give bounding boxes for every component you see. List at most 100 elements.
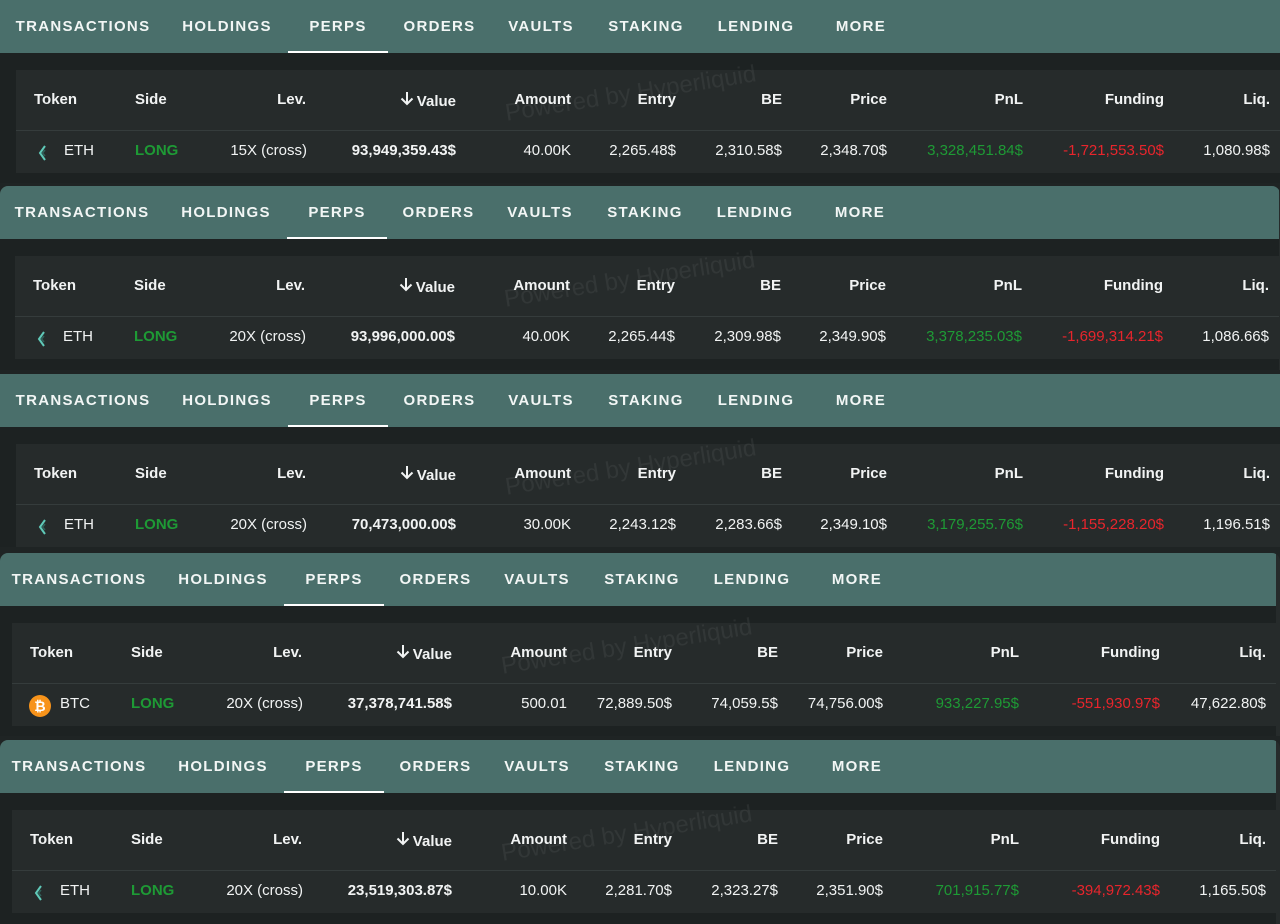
entry-price: 72,889.50$ xyxy=(596,695,672,712)
perps-content: Powered by Hyperliquid Token Side Lev. Value… xyxy=(0,53,1280,183)
position-value: 93,949,359.43$ xyxy=(351,142,456,159)
bitcoin-icon: ₿ xyxy=(29,695,51,717)
tab-bar: TRANSACTIONS HOLDINGS PERPS ORDERS VAULTS STA… xyxy=(0,186,1279,239)
tab-perps[interactable]: PERPS xyxy=(284,740,384,793)
ethereum-icon xyxy=(32,885,46,901)
positions-table: Powered by Hyperliquid Token Side Lev. Value… xyxy=(16,434,1280,547)
funding-value: -1,721,553.50$ xyxy=(1063,142,1164,159)
leverage: 20X (cross) xyxy=(226,882,303,899)
tab-holdings[interactable]: HOLDINGS xyxy=(166,374,288,427)
perps-panel: TRANSACTIONS HOLDINGS PERPS ORDERS VAULTS STA… xyxy=(0,553,1280,736)
tab-vaults[interactable]: VAULTS xyxy=(490,186,590,239)
token-name: ETH xyxy=(63,328,93,345)
tab-vaults[interactable]: VAULTS xyxy=(491,374,591,427)
funding-value: -1,155,228.20$ xyxy=(1063,516,1164,533)
tab-holdings[interactable]: HOLDINGS xyxy=(165,186,287,239)
tab-staking[interactable]: STAKING xyxy=(587,740,697,793)
mark-price: 2,349.10$ xyxy=(820,516,887,533)
tab-orders[interactable]: ORDERS xyxy=(388,0,491,53)
perps-content: Powered by Hyperliquid Token Side Lev. Value… xyxy=(0,427,1280,547)
tab-holdings[interactable]: HOLDINGS xyxy=(166,0,288,53)
perps-panel: TRANSACTIONS HOLDINGS PERPS ORDERS VAULTS STA… xyxy=(0,186,1280,370)
leverage: 20X (cross) xyxy=(230,516,307,533)
tab-holdings[interactable]: HOLDINGS xyxy=(162,553,284,606)
tab-lending[interactable]: LENDING xyxy=(697,740,807,793)
break-even-price: 2,323.27$ xyxy=(711,882,778,899)
table-row[interactable]: ₿ BTC LONG 20X (cross) 37,378,741.58$ 500.01 7… xyxy=(12,623,1276,726)
tab-lending[interactable]: LENDING xyxy=(700,186,810,239)
tab-vaults[interactable]: VAULTS xyxy=(487,553,587,606)
perps-panel: TRANSACTIONS HOLDINGS PERPS ORDERS VAULTS STA… xyxy=(0,0,1280,183)
tab-orders[interactable]: ORDERS xyxy=(388,374,491,427)
positions-table: Powered by Hyperliquid Token Side Lev. Value… xyxy=(16,60,1280,173)
break-even-price: 2,310.58$ xyxy=(715,142,782,159)
tab-perps[interactable]: PERPS xyxy=(284,553,384,606)
tab-more[interactable]: MORE xyxy=(807,553,907,606)
tab-perps[interactable]: PERPS xyxy=(288,374,388,427)
tab-orders[interactable]: ORDERS xyxy=(384,740,487,793)
table-row[interactable]: ETH LONG 20X (cross) 70,473,000.00$ 30.00K 2,… xyxy=(16,444,1280,547)
side-badge: LONG xyxy=(134,328,178,345)
tab-more[interactable]: MORE xyxy=(811,374,911,427)
tab-more[interactable]: MORE xyxy=(811,0,911,53)
tab-staking[interactable]: STAKING xyxy=(591,374,701,427)
tab-bar: TRANSACTIONS HOLDINGS PERPS ORDERS VAULTS STA… xyxy=(0,0,1280,53)
tab-bar: TRANSACTIONS HOLDINGS PERPS ORDERS VAULTS STA… xyxy=(0,740,1276,793)
tab-bar: TRANSACTIONS HOLDINGS PERPS ORDERS VAULTS STA… xyxy=(0,553,1276,606)
entry-price: 2,243.12$ xyxy=(609,516,676,533)
amount: 30.00K xyxy=(523,516,571,533)
ethereum-icon xyxy=(36,519,50,535)
tab-orders[interactable]: ORDERS xyxy=(387,186,490,239)
table-row[interactable]: ETH LONG 20X (cross) 93,996,000.00$ 40.00K 2,… xyxy=(15,256,1279,359)
mark-price: 74,756.00$ xyxy=(807,695,883,712)
table-row[interactable]: ETH LONG 15X (cross) 93,949,359.43$ 40.00K 2,… xyxy=(16,70,1280,173)
pnl-value: 701,915.77$ xyxy=(935,882,1019,899)
tab-more[interactable]: MORE xyxy=(807,740,907,793)
tab-lending[interactable]: LENDING xyxy=(701,0,811,53)
tab-lending[interactable]: LENDING xyxy=(697,553,807,606)
break-even-price: 2,309.98$ xyxy=(714,328,781,345)
ethereum-icon xyxy=(36,145,50,161)
mark-price: 2,351.90$ xyxy=(816,882,883,899)
tab-transactions[interactable]: TRANSACTIONS xyxy=(0,553,162,606)
tab-more[interactable]: MORE xyxy=(810,186,910,239)
side-badge: LONG xyxy=(135,142,179,159)
leverage: 15X (cross) xyxy=(230,142,307,159)
leverage: 20X (cross) xyxy=(229,328,306,345)
liquidation-price: 47,622.80$ xyxy=(1190,695,1266,712)
liquidation-price: 1,086.66$ xyxy=(1202,328,1269,345)
tab-orders[interactable]: ORDERS xyxy=(384,553,487,606)
token-name: ETH xyxy=(64,142,94,159)
mark-price: 2,349.90$ xyxy=(819,328,886,345)
tab-holdings[interactable]: HOLDINGS xyxy=(162,740,284,793)
funding-value: -551,930.97$ xyxy=(1071,695,1160,712)
token-name: ETH xyxy=(60,882,90,899)
perps-content: Powered by Hyperliquid Token Side Lev. Value… xyxy=(0,793,1276,924)
leverage: 20X (cross) xyxy=(226,695,303,712)
amount: 10.00K xyxy=(519,882,567,899)
tab-lending[interactable]: LENDING xyxy=(701,374,811,427)
tab-staking[interactable]: STAKING xyxy=(590,186,700,239)
tab-vaults[interactable]: VAULTS xyxy=(491,0,591,53)
entry-price: 2,265.44$ xyxy=(608,328,675,345)
token-name: BTC xyxy=(60,695,90,712)
positions-table: Powered by Hyperliquid Token Side Lev. Value… xyxy=(15,246,1279,359)
pnl-value: 3,378,235.03$ xyxy=(926,328,1022,345)
ethereum-icon xyxy=(35,331,49,347)
liquidation-price: 1,165.50$ xyxy=(1199,882,1266,899)
table-row[interactable]: ETH LONG 20X (cross) 23,519,303.87$ 10.00K 2,… xyxy=(12,810,1276,913)
entry-price: 2,265.48$ xyxy=(609,142,676,159)
tab-vaults[interactable]: VAULTS xyxy=(487,740,587,793)
tab-transactions[interactable]: TRANSACTIONS xyxy=(0,740,162,793)
tab-perps[interactable]: PERPS xyxy=(288,0,388,53)
tab-transactions[interactable]: TRANSACTIONS xyxy=(0,186,165,239)
tab-staking[interactable]: STAKING xyxy=(591,0,701,53)
tab-transactions[interactable]: TRANSACTIONS xyxy=(0,374,166,427)
break-even-price: 74,059.5$ xyxy=(711,695,778,712)
mark-price: 2,348.70$ xyxy=(820,142,887,159)
tab-perps[interactable]: PERPS xyxy=(287,186,387,239)
entry-price: 2,281.70$ xyxy=(605,882,672,899)
pnl-value: 933,227.95$ xyxy=(935,695,1019,712)
tab-staking[interactable]: STAKING xyxy=(587,553,697,606)
tab-transactions[interactable]: TRANSACTIONS xyxy=(0,0,166,53)
